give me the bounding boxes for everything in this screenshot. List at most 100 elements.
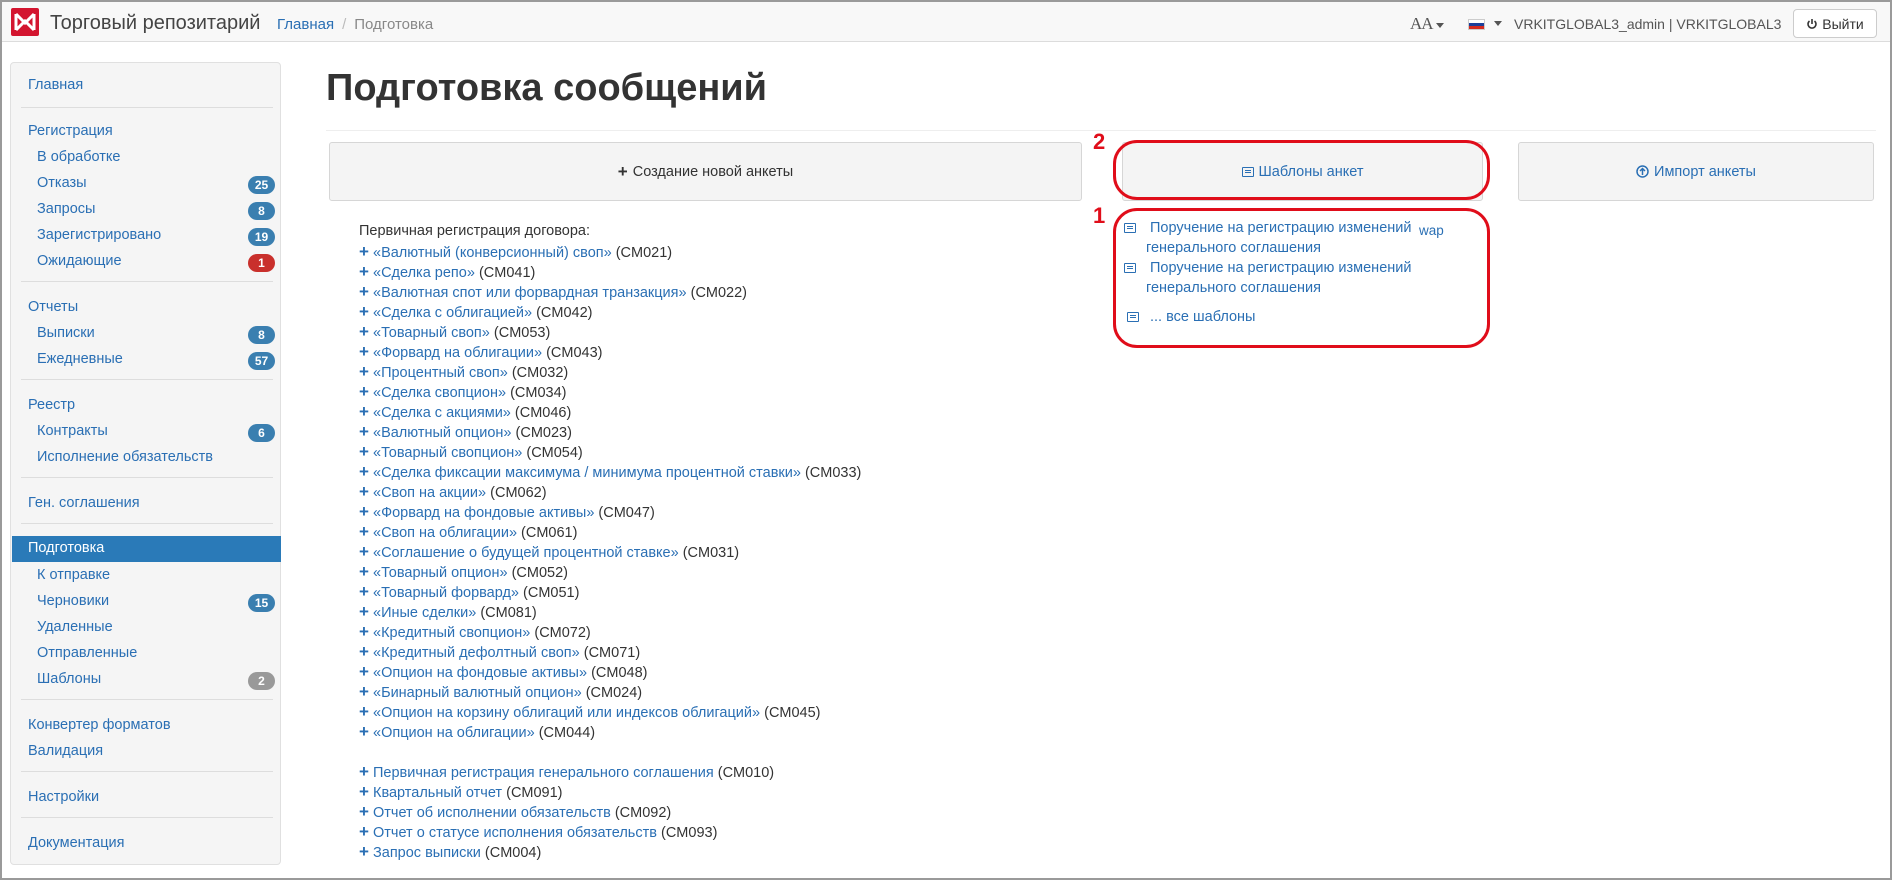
form-link[interactable]: Запрос выписки xyxy=(373,845,481,861)
sidebar-item-preparation[interactable]: Подготовка xyxy=(12,536,281,562)
form-link[interactable]: «Опцион на корзину облигаций или индексо… xyxy=(373,705,760,721)
breadcrumb-home-link[interactable]: Главная xyxy=(277,16,334,33)
sidebar-item-registry[interactable]: Реестр xyxy=(12,393,281,419)
plus-icon[interactable]: + xyxy=(359,402,373,422)
import-form-button[interactable]: Импорт анкеты xyxy=(1518,142,1874,201)
sidebar-item-to-send[interactable]: К отправке xyxy=(12,563,281,589)
plus-icon[interactable]: + xyxy=(359,682,373,702)
plus-icon[interactable]: + xyxy=(359,322,373,342)
form-link[interactable]: «Сделка фиксации максимума / минимума пр… xyxy=(373,465,801,481)
form-link[interactable]: «Форвард на облигации» xyxy=(373,345,542,361)
plus-icon[interactable]: + xyxy=(359,282,373,302)
power-icon xyxy=(1807,18,1818,29)
pending-badge: 1 xyxy=(248,254,275,272)
plus-icon[interactable]: + xyxy=(359,602,373,622)
form-link[interactable]: «Кредитный дефолтный своп» xyxy=(373,645,580,661)
russian-flag-icon[interactable] xyxy=(1468,19,1485,30)
sidebar-item-deleted[interactable]: Удаленные xyxy=(12,615,281,641)
form-link[interactable]: «Кредитный свопцион» xyxy=(373,625,530,641)
sidebar-item-requests[interactable]: Запросы 8 xyxy=(12,197,281,223)
sidebar-item-sent[interactable]: Отправленные xyxy=(12,641,281,667)
sidebar-item-validation[interactable]: Валидация xyxy=(12,739,281,765)
sidebar-item-reports[interactable]: Отчеты xyxy=(12,295,281,321)
form-link[interactable]: «Своп на облигации» xyxy=(373,525,517,541)
form-link[interactable]: «Опцион на фондовые активы» xyxy=(373,665,587,681)
sidebar-item-gen-agreements[interactable]: Ген. соглашения xyxy=(12,491,281,517)
plus-icon[interactable]: + xyxy=(359,422,373,442)
plus-icon[interactable]: + xyxy=(359,802,373,822)
sidebar-item-pending[interactable]: Ожидающие 1 xyxy=(12,249,281,275)
form-link[interactable]: «Опцион на облигации» xyxy=(373,725,535,741)
plus-icon[interactable]: + xyxy=(359,482,373,502)
brand-title[interactable]: Торговый репозитарий xyxy=(50,12,260,35)
plus-icon[interactable]: + xyxy=(359,522,373,542)
sidebar-item-statements[interactable]: Выписки 8 xyxy=(12,321,281,347)
plus-icon[interactable]: + xyxy=(359,642,373,662)
form-code: (CM033) xyxy=(804,465,862,481)
plus-icon[interactable]: + xyxy=(359,562,373,582)
font-size-menu[interactable]: AA xyxy=(1410,14,1444,34)
logout-button[interactable]: Выйти xyxy=(1793,9,1877,38)
plus-icon[interactable]: + xyxy=(359,382,373,402)
plus-icon[interactable]: + xyxy=(359,442,373,462)
plus-icon[interactable]: + xyxy=(359,302,373,322)
form-link[interactable]: «Соглашение о будущей процентной ставке» xyxy=(373,545,679,561)
sidebar-item-templates[interactable]: Шаблоны 2 xyxy=(12,667,281,693)
form-link[interactable]: «Сделка свопцион» xyxy=(373,385,506,401)
sidebar-item-settings[interactable]: Настройки xyxy=(12,785,281,811)
form-link[interactable]: «Сделка репо» xyxy=(373,265,475,281)
plus-icon[interactable]: + xyxy=(359,822,373,842)
form-link[interactable]: «Своп на акции» xyxy=(373,485,486,501)
form-link[interactable]: «Форвард на фондовые активы» xyxy=(373,505,594,521)
form-row: + Отчет о статусе исполнения обязательств… xyxy=(359,822,717,842)
plus-icon[interactable]: + xyxy=(359,502,373,522)
form-row: + «Товарный свопцион» (CM054) xyxy=(359,442,583,462)
sidebar-item-refusals[interactable]: Отказы 25 xyxy=(12,171,281,197)
form-link[interactable]: Отчет об исполнении обязательств xyxy=(373,805,611,821)
plus-icon[interactable]: + xyxy=(359,702,373,722)
form-link[interactable]: Квартальный отчет xyxy=(373,785,502,801)
plus-icon[interactable]: + xyxy=(359,262,373,282)
sidebar-item-drafts[interactable]: Черновики 15 xyxy=(12,589,281,615)
sidebar-item-docs[interactable]: Документация xyxy=(12,831,281,857)
plus-icon[interactable]: + xyxy=(359,722,373,742)
form-link[interactable]: «Сделка с акциями» xyxy=(373,405,511,421)
plus-icon[interactable]: + xyxy=(359,582,373,602)
sidebar-item-obligations[interactable]: Исполнение обязательств xyxy=(12,445,281,471)
plus-icon[interactable]: + xyxy=(359,242,373,262)
form-link[interactable]: Первичная регистрация генерального согла… xyxy=(373,765,714,781)
create-form-button[interactable]: + Создание новой анкеты xyxy=(329,142,1082,201)
plus-icon[interactable]: + xyxy=(359,622,373,642)
form-link[interactable]: «Процентный своп» xyxy=(373,365,508,381)
form-link[interactable]: «Валютная спот или форвардная транзакция… xyxy=(373,285,687,301)
form-link[interactable]: «Иные сделки» xyxy=(373,605,476,621)
form-link[interactable]: «Валютный опцион» xyxy=(373,425,511,441)
form-link[interactable]: «Товарный форвард» xyxy=(373,585,519,601)
sidebar-item-daily[interactable]: Ежедневные 57 xyxy=(12,347,281,373)
form-link[interactable]: «Товарный свопцион» xyxy=(373,445,522,461)
form-link[interactable]: «Товарный опцион» xyxy=(373,565,508,581)
language-chevron-icon[interactable] xyxy=(1494,21,1502,26)
plus-icon[interactable]: + xyxy=(359,462,373,482)
sidebar-item-home[interactable]: Главная xyxy=(12,73,281,99)
sidebar-item-contracts[interactable]: Контракты 6 xyxy=(12,419,281,445)
plus-icon[interactable]: + xyxy=(359,342,373,362)
plus-icon[interactable]: + xyxy=(359,662,373,682)
form-link[interactable]: «Сделка с облигацией» xyxy=(373,305,532,321)
form-link[interactable]: «Бинарный валютный опцион» xyxy=(373,685,582,701)
sidebar-divider xyxy=(21,523,273,524)
sidebar-item-registered[interactable]: Зарегистрировано 19 xyxy=(12,223,281,249)
plus-icon[interactable]: + xyxy=(359,542,373,562)
form-link[interactable]: «Товарный своп» xyxy=(373,325,490,341)
sidebar-item-registration[interactable]: Регистрация xyxy=(12,119,281,145)
sidebar-item-converter[interactable]: Конвертер форматов xyxy=(12,713,281,739)
form-code: (CM034) xyxy=(510,385,567,401)
form-link[interactable]: «Валютный (конверсионный) своп» xyxy=(373,245,612,261)
form-link[interactable]: Отчет о статусе исполнения обязательств xyxy=(373,825,657,841)
plus-icon[interactable]: + xyxy=(359,842,373,862)
plus-icon[interactable]: + xyxy=(359,762,373,782)
plus-icon[interactable]: + xyxy=(359,782,373,802)
plus-icon[interactable]: + xyxy=(359,362,373,382)
sidebar-item-in-processing[interactable]: В обработке xyxy=(12,145,281,171)
moex-logo-icon[interactable] xyxy=(11,8,39,36)
